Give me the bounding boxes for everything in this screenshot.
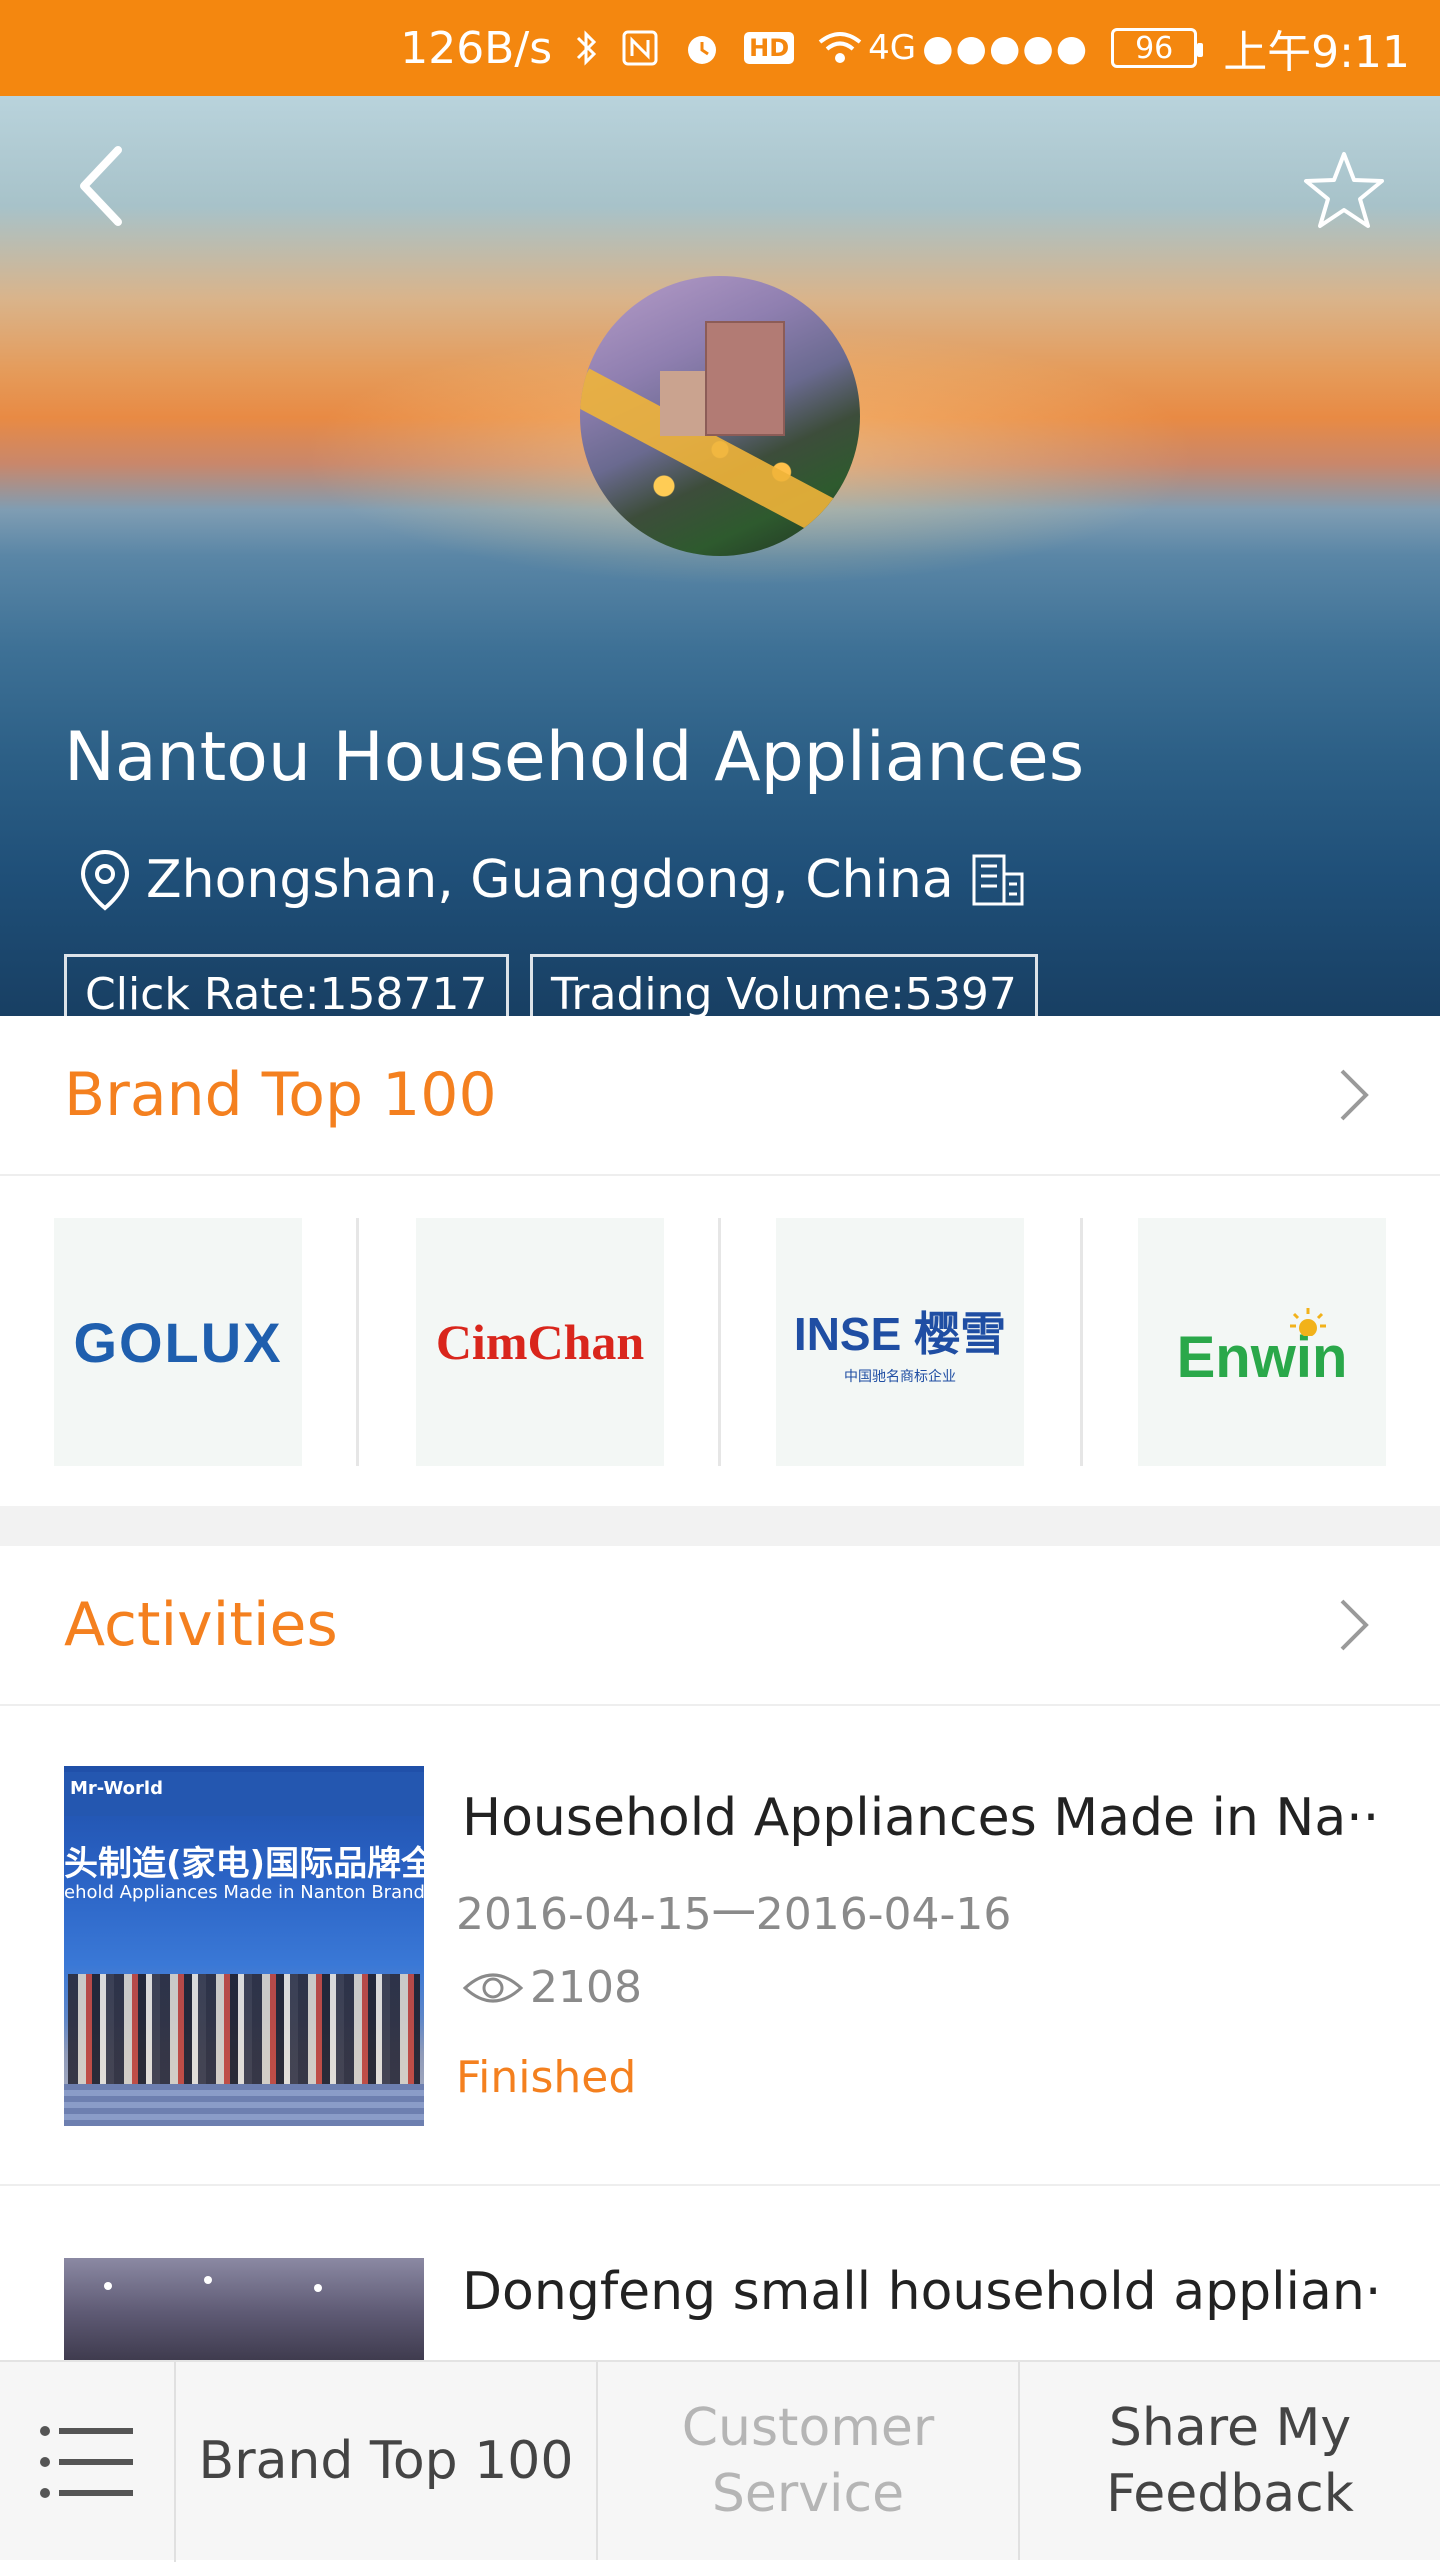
activities-title: Activities (64, 1590, 338, 1660)
eye-icon (462, 1973, 524, 2002)
menu-button[interactable] (0, 2362, 176, 2562)
clock: 上午9:11 (1223, 27, 1410, 78)
hd-icon: HD (744, 32, 795, 64)
chevron-right-icon (1340, 1599, 1369, 1651)
activity-thumbnail (64, 2258, 424, 2360)
banner-text: 头制造(家电)国际品牌全球发 (64, 1844, 424, 1884)
network-type: 4G (868, 28, 917, 68)
building-icon (972, 854, 1024, 906)
activity-thumbnail: Mr-World 头制造(家电)国际品牌全球发 ehold Appliances… (64, 1766, 424, 2126)
brand-logo-inse[interactable]: INSE 樱雪 中国驰名商标企业 (776, 1218, 1024, 1466)
section-gap (0, 1506, 1440, 1546)
alarm-icon (682, 28, 722, 68)
company-location: Zhongshan, Guangdong, China (146, 850, 954, 910)
activity-views: 2108 (462, 1962, 642, 2013)
divider (718, 1218, 721, 1466)
company-avatar (580, 276, 860, 556)
location-row: Zhongshan, Guangdong, China (78, 848, 1028, 912)
brand-top-button[interactable]: Brand Top 100 (176, 2362, 598, 2560)
divider (356, 1218, 359, 1466)
battery-icon: 96 (1111, 28, 1204, 68)
list-menu-icon (40, 2426, 133, 2498)
activity-title: Dongfeng small household applian··· (462, 2262, 1382, 2322)
divider (1080, 1218, 1083, 1466)
activity-date: 2016-04-15一2016-04-16 (456, 1889, 1012, 1940)
trading-volume-badge: Trading Volume:5397 (530, 954, 1038, 1016)
activity-item[interactable]: Mr-World 头制造(家电)国际品牌全球发 ehold Appliances… (0, 1766, 1440, 2186)
share-feedback-button[interactable]: Share My Feedback (1020, 2362, 1440, 2560)
activity-status: Finished (456, 2052, 637, 2103)
location-pin-icon (80, 849, 130, 911)
customer-service-button[interactable]: Customer Service (598, 2362, 1020, 2560)
brand-top-title: Brand Top 100 (64, 1060, 497, 1130)
bottom-action-bar: Brand Top 100 Customer Service Share My … (0, 2360, 1440, 2562)
brand-logo-golux[interactable]: GOLUX (54, 1218, 302, 1466)
wifi-icon (816, 28, 864, 68)
company-name: Nantou Household Appliances (64, 718, 1085, 797)
brand-logo-cimchan[interactable]: CimChan (416, 1218, 664, 1466)
network-speed: 126B/s (400, 22, 553, 74)
back-button[interactable] (60, 136, 150, 236)
status-bar: 126B/s HD 4G ●●●●● 96 上午9:11 (0, 0, 1440, 96)
bluetooth-icon (574, 28, 598, 68)
brand-top-section-header[interactable]: Brand Top 100 (0, 1016, 1440, 1176)
banner-subtext: ehold Appliances Made in Nanton Brands G… (64, 1882, 424, 1903)
brand-logos-row: GOLUX CimChan INSE 樱雪 中国驰名商标企业 Enwin (0, 1178, 1440, 1506)
brand-logo-enwin[interactable]: Enwin (1138, 1218, 1386, 1466)
sun-icon (1290, 1308, 1326, 1336)
chevron-right-icon (1340, 1069, 1369, 1121)
activity-item[interactable]: Dongfeng small household applian··· (0, 2186, 1440, 2360)
activities-section-header[interactable]: Activities (0, 1546, 1440, 1706)
signal-icon: ●●●●● (922, 27, 1090, 69)
click-rate-badge: Click Rate:158717 (64, 954, 509, 1016)
activity-title: Household Appliances Made in Na··· (462, 1788, 1382, 1848)
chevron-left-icon (80, 146, 122, 226)
star-icon (1304, 152, 1384, 228)
nfc-icon (620, 28, 660, 68)
company-header: Nantou Household Appliances Zhongshan, G… (0, 96, 1440, 1016)
views-count: 2108 (530, 1962, 642, 2013)
favorite-button[interactable] (1302, 148, 1386, 232)
